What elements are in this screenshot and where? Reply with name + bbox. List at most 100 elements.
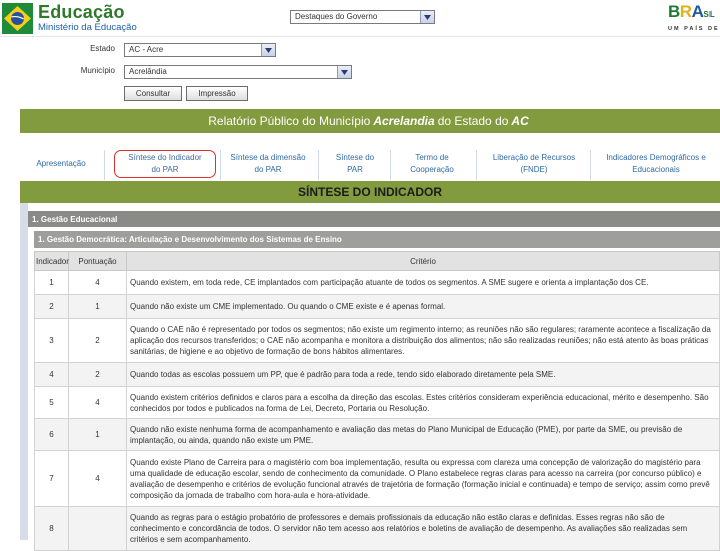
chevron-down-icon[interactable] xyxy=(420,11,434,23)
state-row: Estado AC - Acre xyxy=(0,43,360,57)
tab-label: Indicadores Demográficos e xyxy=(606,153,706,162)
brazil-flag-icon xyxy=(2,2,33,34)
section-header: 1. Gestão Educacional xyxy=(28,211,720,227)
chevron-down-icon[interactable] xyxy=(337,66,351,78)
tab-divider xyxy=(476,150,477,180)
tab-label: (FNDE) xyxy=(520,165,548,174)
cell-indicator: 8 xyxy=(34,506,69,551)
table-header-row: Indicador Pontuação Critério xyxy=(34,251,720,271)
print-button[interactable]: Impressão xyxy=(186,86,248,101)
cell-score: 1 xyxy=(68,294,127,319)
cell-criterion: Quando existem, em toda rede, CE implant… xyxy=(126,270,720,295)
tab-divider xyxy=(318,150,319,180)
table-row: 2 1 Quando não existe um CME implementad… xyxy=(34,294,720,319)
tab-dimension-synthesis[interactable]: Síntese da dimensão do PAR xyxy=(224,150,312,178)
state-select[interactable]: AC - Acre xyxy=(124,43,276,57)
top-header: Educação Ministério da Educação Destaque… xyxy=(0,0,720,37)
brasil-letter-b: B xyxy=(668,2,680,21)
highlights-select[interactable]: Destaques do Governo xyxy=(290,10,435,24)
cell-criterion: Quando o CAE não é representado por todo… xyxy=(126,318,720,363)
brasil-logo-letters: BRASIL xyxy=(668,3,718,23)
tab-label: Síntese do Indicador xyxy=(128,153,202,162)
cell-criterion: Quando existe Plano de Carreira para o m… xyxy=(126,450,720,507)
brasil-logo[interactable]: BRASIL UM PAÍS DE TODOS xyxy=(668,3,720,33)
cell-score: 4 xyxy=(68,270,127,295)
cell-indicator: 1 xyxy=(34,270,69,295)
report-tabs: Apresentação Síntese do Indicador do PAR … xyxy=(24,150,720,180)
tab-divider xyxy=(104,150,105,180)
indicator-table: Indicador Pontuação Critério 1 4 Quando … xyxy=(34,251,720,551)
consult-button[interactable]: Consultar xyxy=(124,86,182,101)
tab-presentation[interactable]: Apresentação xyxy=(24,150,98,178)
tab-resource-release[interactable]: Liberação de Recursos (FNDE) xyxy=(482,150,586,178)
tab-divider xyxy=(590,150,591,180)
brasil-tagline: UM PAÍS DE TODOS xyxy=(668,26,720,32)
cell-criterion: Quando existem critérios definidos e cla… xyxy=(126,386,720,419)
table-row: 8 Quando as regras para o estágio probat… xyxy=(34,506,720,551)
cell-indicator: 3 xyxy=(34,318,69,363)
brasil-letter-l: L xyxy=(709,10,715,19)
tab-divider xyxy=(220,150,221,180)
report-municipality: Acrelandia xyxy=(373,114,435,128)
cell-criterion: Quando não existe nenhuma forma de acomp… xyxy=(126,418,720,451)
ministry-brand[interactable]: Educação Ministério da Educação xyxy=(2,2,137,34)
table-row: 1 4 Quando existem, em toda rede, CE imp… xyxy=(34,270,720,295)
cell-score: 4 xyxy=(68,386,127,419)
cell-indicator: 2 xyxy=(34,294,69,319)
cell-score: 2 xyxy=(68,362,127,387)
panel-side-strip xyxy=(20,203,28,540)
state-select-value: AC - Acre xyxy=(129,45,164,54)
tab-label: Síntese da dimensão xyxy=(230,153,306,162)
table-row: 3 2 Quando o CAE não é representado por … xyxy=(34,318,720,363)
tab-label: do PAR xyxy=(151,165,179,174)
report-state: AC xyxy=(511,114,529,128)
municipality-select-value: Acrelândia xyxy=(129,67,167,76)
tab-label: Síntese do xyxy=(335,153,375,162)
tab-divider xyxy=(390,150,391,180)
tab-indicator-synthesis[interactable]: Síntese do Indicador do PAR xyxy=(114,150,216,178)
table-row: 5 4 Quando existem critérios definidos e… xyxy=(34,386,720,419)
tab-label: Cooperação xyxy=(410,165,454,174)
cell-criterion: Quando as regras para o estágio probatór… xyxy=(126,506,720,551)
cell-score xyxy=(68,506,127,551)
table-row: 7 4 Quando existe Plano de Carreira para… xyxy=(34,450,720,507)
brasil-letter-a: A xyxy=(691,2,704,21)
table-row: 6 1 Quando não existe nenhuma forma de a… xyxy=(34,418,720,451)
cell-score: 1 xyxy=(68,418,127,451)
report-title-bar: Relatório Público do Município Acrelandi… xyxy=(20,109,720,133)
tab-label: PAR xyxy=(347,165,363,174)
tab-label: Termo de xyxy=(415,153,449,162)
cell-indicator: 4 xyxy=(34,362,69,387)
state-label: Estado xyxy=(90,44,115,53)
cell-score: 2 xyxy=(68,318,127,363)
column-header-score: Pontuação xyxy=(68,251,127,271)
tab-label: do PAR xyxy=(254,165,282,174)
column-header-criterion: Critério xyxy=(126,251,720,271)
cell-indicator: 7 xyxy=(34,450,69,507)
tab-cooperation-term[interactable]: Termo de Cooperação xyxy=(396,150,468,178)
report-title-prefix: Relatório Público do Município xyxy=(208,114,371,128)
tab-label: Liberação de Recursos xyxy=(492,153,576,162)
cell-indicator: 5 xyxy=(34,386,69,419)
brand-title: Educação xyxy=(38,2,125,23)
cell-criterion: Quando não existe um CME implementado. O… xyxy=(126,294,720,319)
synthesis-title: SÍNTESE DO INDICADOR xyxy=(20,181,720,203)
chevron-down-icon[interactable] xyxy=(261,44,275,56)
cell-indicator: 6 xyxy=(34,418,69,451)
cell-criterion: Quando todas as escolas possuem um PP, q… xyxy=(126,362,720,387)
subsection-header: 1. Gestão Democrática: Articulação e Des… xyxy=(34,231,720,248)
highlights-select-value: Destaques do Governo xyxy=(295,12,378,21)
column-header-indicator: Indicador xyxy=(34,251,69,271)
tab-label: Educacionais xyxy=(632,165,680,174)
municipality-select[interactable]: Acrelândia xyxy=(124,65,352,79)
cell-score: 4 xyxy=(68,450,127,507)
report-title-middle: do Estado do xyxy=(437,114,509,128)
tab-par-synthesis[interactable]: Síntese do PAR xyxy=(324,150,386,178)
brand-subtitle: Ministério da Educação xyxy=(38,22,137,34)
municipality-label: Município xyxy=(80,66,115,75)
brasil-letter-r: R xyxy=(679,2,692,21)
tab-label: Apresentação xyxy=(36,159,86,168)
municipality-row: Município Acrelândia xyxy=(0,65,360,79)
tab-demographic-indicators[interactable]: Indicadores Demográficos e Educacionais xyxy=(592,150,720,178)
table-row: 4 2 Quando todas as escolas possuem um P… xyxy=(34,362,720,387)
